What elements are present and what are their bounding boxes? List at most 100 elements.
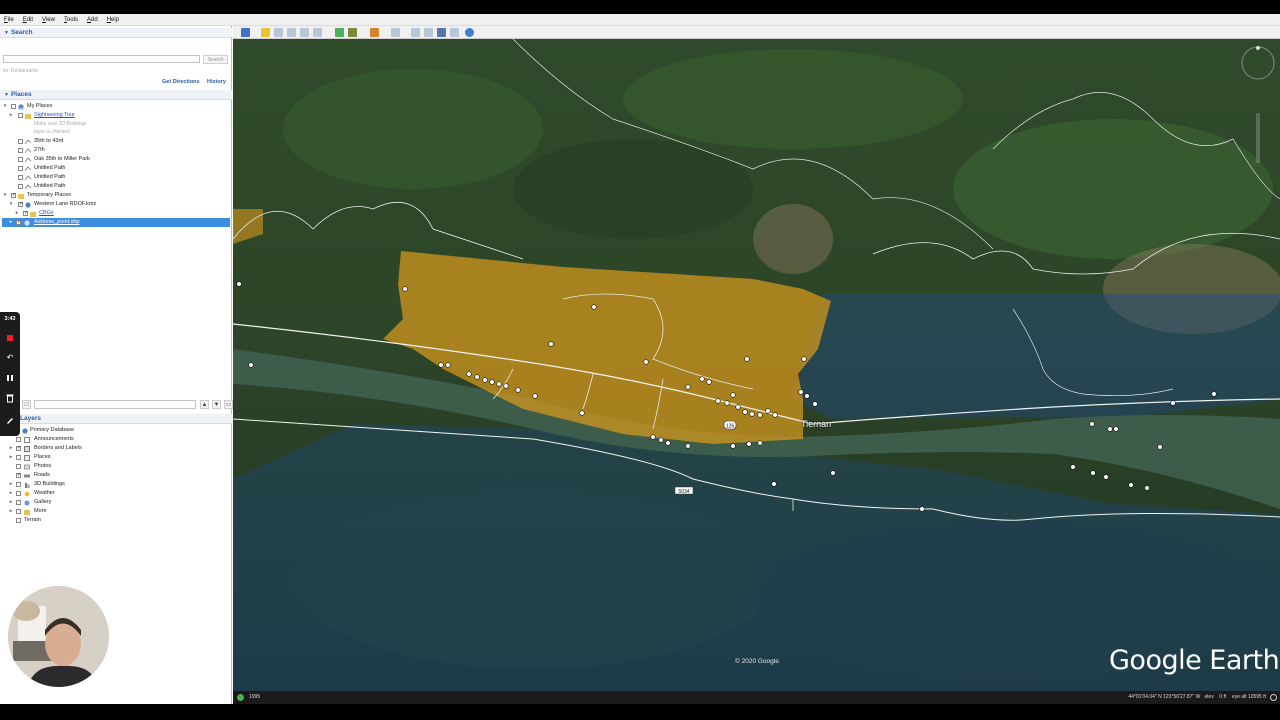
checkbox[interactable] xyxy=(18,139,23,144)
places-item-path[interactable]: 27th xyxy=(2,146,230,155)
places-item-my-places[interactable]: ▾ My Places xyxy=(2,102,230,111)
planets-icon[interactable] xyxy=(370,28,379,37)
email-icon[interactable] xyxy=(411,28,420,37)
search-panel-header[interactable]: ▼ Search xyxy=(0,28,232,38)
menu-help[interactable]: Help xyxy=(107,17,119,23)
compass-ring-icon[interactable] xyxy=(1241,46,1275,80)
places-item-path[interactable]: Untitled Path xyxy=(2,173,230,182)
move-up-icon[interactable]: ▲ xyxy=(200,400,209,409)
search-input[interactable] xyxy=(3,55,200,63)
stop-record-icon[interactable] xyxy=(4,332,16,344)
expand-icon[interactable]: ▸ xyxy=(8,218,14,227)
layer-terrain[interactable]: Terrain xyxy=(2,516,230,525)
expand-icon[interactable]: ▾ xyxy=(2,191,8,200)
folder-view-icon[interactable]: ▭ xyxy=(224,400,233,409)
layer-more[interactable]: ▸ More xyxy=(2,507,230,516)
checkbox[interactable] xyxy=(18,113,23,118)
map-view[interactable]: 126 5034 Tiernan © 2020 Google Google Ea… xyxy=(233,39,1280,691)
imagery-status-icon[interactable] xyxy=(237,694,244,701)
image-overlay-icon[interactable] xyxy=(300,28,309,37)
checkbox[interactable] xyxy=(18,200,23,209)
path-tool-icon[interactable] xyxy=(287,28,296,37)
checkbox[interactable] xyxy=(16,437,21,442)
places-item-kmz[interactable]: ▾ Western Lane RDOF.kmz xyxy=(2,200,230,209)
checkbox[interactable] xyxy=(16,444,21,453)
pause-icon[interactable] xyxy=(4,372,16,384)
places-item-cbgs[interactable]: ▸ CBGs xyxy=(2,209,230,218)
checkbox[interactable] xyxy=(16,464,21,469)
expand-icon[interactable]: ▸ xyxy=(8,507,14,516)
expand-icon[interactable]: ▾ xyxy=(2,102,8,111)
layer-photos[interactable]: Photos xyxy=(2,462,230,471)
expand-icon[interactable]: ▸ xyxy=(8,111,14,120)
print-icon[interactable] xyxy=(424,28,433,37)
record-tour-icon[interactable] xyxy=(313,28,322,37)
places-item-temporary-places[interactable]: ▾ Temporary Places xyxy=(2,191,230,200)
history-link[interactable]: History xyxy=(207,79,226,85)
expand-icon[interactable]: ▸ xyxy=(8,498,14,507)
checkbox[interactable] xyxy=(11,104,16,109)
checkbox[interactable] xyxy=(16,518,21,523)
move-down-icon[interactable]: ▼ xyxy=(212,400,221,409)
layer-3d-buildings[interactable]: ▸ 3D Buildings xyxy=(2,480,230,489)
navigation-controls[interactable] xyxy=(1238,43,1278,183)
places-item-path[interactable]: 35th to 43rd xyxy=(2,137,230,146)
sidebar-toggle-icon[interactable] xyxy=(241,28,250,37)
menu-view[interactable]: View xyxy=(42,17,55,23)
layer-places[interactable]: ▸ Places xyxy=(2,453,230,462)
save-image-icon[interactable] xyxy=(437,28,446,37)
places-panel-header[interactable]: ▼ Places xyxy=(0,90,232,100)
layer-gallery[interactable]: ▸ Gallery xyxy=(2,498,230,507)
expand-icon[interactable]: ▸ xyxy=(8,453,14,462)
checkbox[interactable] xyxy=(16,455,21,460)
expand-icon[interactable]: ▸ xyxy=(8,444,14,453)
checkbox[interactable] xyxy=(16,218,21,227)
places-item-path[interactable]: Untitled Path xyxy=(2,182,230,191)
menu-tools[interactable]: Tools xyxy=(64,17,78,23)
checkbox[interactable] xyxy=(18,148,23,153)
expand-icon[interactable]: ▾ xyxy=(8,200,14,209)
layer-weather[interactable]: ▸ Weather xyxy=(2,489,230,498)
checkbox[interactable] xyxy=(16,482,21,487)
polygon-icon[interactable] xyxy=(274,28,283,37)
layer-primary-database[interactable]: ▾ Primary Database xyxy=(2,426,230,435)
checkbox[interactable] xyxy=(18,166,23,171)
layers-panel-header[interactable]: Layers xyxy=(0,414,232,424)
menu-add[interactable]: Add xyxy=(87,17,98,23)
sunlight-icon[interactable] xyxy=(348,28,357,37)
checkbox[interactable] xyxy=(18,157,23,162)
menu-file[interactable]: File xyxy=(4,17,14,23)
checkbox[interactable] xyxy=(11,191,16,200)
menu-edit[interactable]: Edit xyxy=(23,17,33,23)
layer-announcements[interactable]: Announcements xyxy=(2,435,230,444)
get-directions-link[interactable]: Get Directions xyxy=(162,79,200,85)
checkbox[interactable] xyxy=(16,509,21,514)
ruler-icon[interactable] xyxy=(391,28,400,37)
checkbox[interactable] xyxy=(23,209,28,218)
search-places-icon[interactable]: □ xyxy=(22,400,31,409)
expand-icon[interactable]: ▸ xyxy=(8,489,14,498)
trash-icon[interactable] xyxy=(4,392,16,404)
earth-globe-icon[interactable] xyxy=(465,28,474,37)
undo-icon[interactable]: ↶ xyxy=(4,352,16,364)
checkbox[interactable] xyxy=(18,184,23,189)
pen-icon[interactable] xyxy=(4,414,16,426)
expand-icon[interactable]: ▸ xyxy=(8,480,14,489)
zoom-slider-icon[interactable] xyxy=(1256,113,1260,163)
places-search-field[interactable] xyxy=(34,400,196,409)
checkbox[interactable] xyxy=(16,471,21,480)
north-indicator-icon[interactable] xyxy=(1256,46,1260,50)
places-item-path[interactable]: Oak 35th to Miller Park xyxy=(2,155,230,164)
historical-imagery-icon[interactable] xyxy=(335,28,344,37)
places-item-address-point[interactable]: ▸ Address_point.shp xyxy=(2,218,230,227)
placemark-icon[interactable] xyxy=(261,28,270,37)
checkbox[interactable] xyxy=(18,175,23,180)
places-item-sightseeing-tour[interactable]: ▸ Sightseeing Tour xyxy=(2,111,230,120)
checkbox[interactable] xyxy=(16,500,21,505)
checkbox[interactable] xyxy=(16,491,21,496)
layer-roads[interactable]: Roads xyxy=(2,471,230,480)
search-button[interactable]: Search xyxy=(203,55,228,64)
view-maps-icon[interactable] xyxy=(450,28,459,37)
layer-borders[interactable]: ▸ Borders and Labels xyxy=(2,444,230,453)
expand-icon[interactable]: ▸ xyxy=(14,209,20,218)
